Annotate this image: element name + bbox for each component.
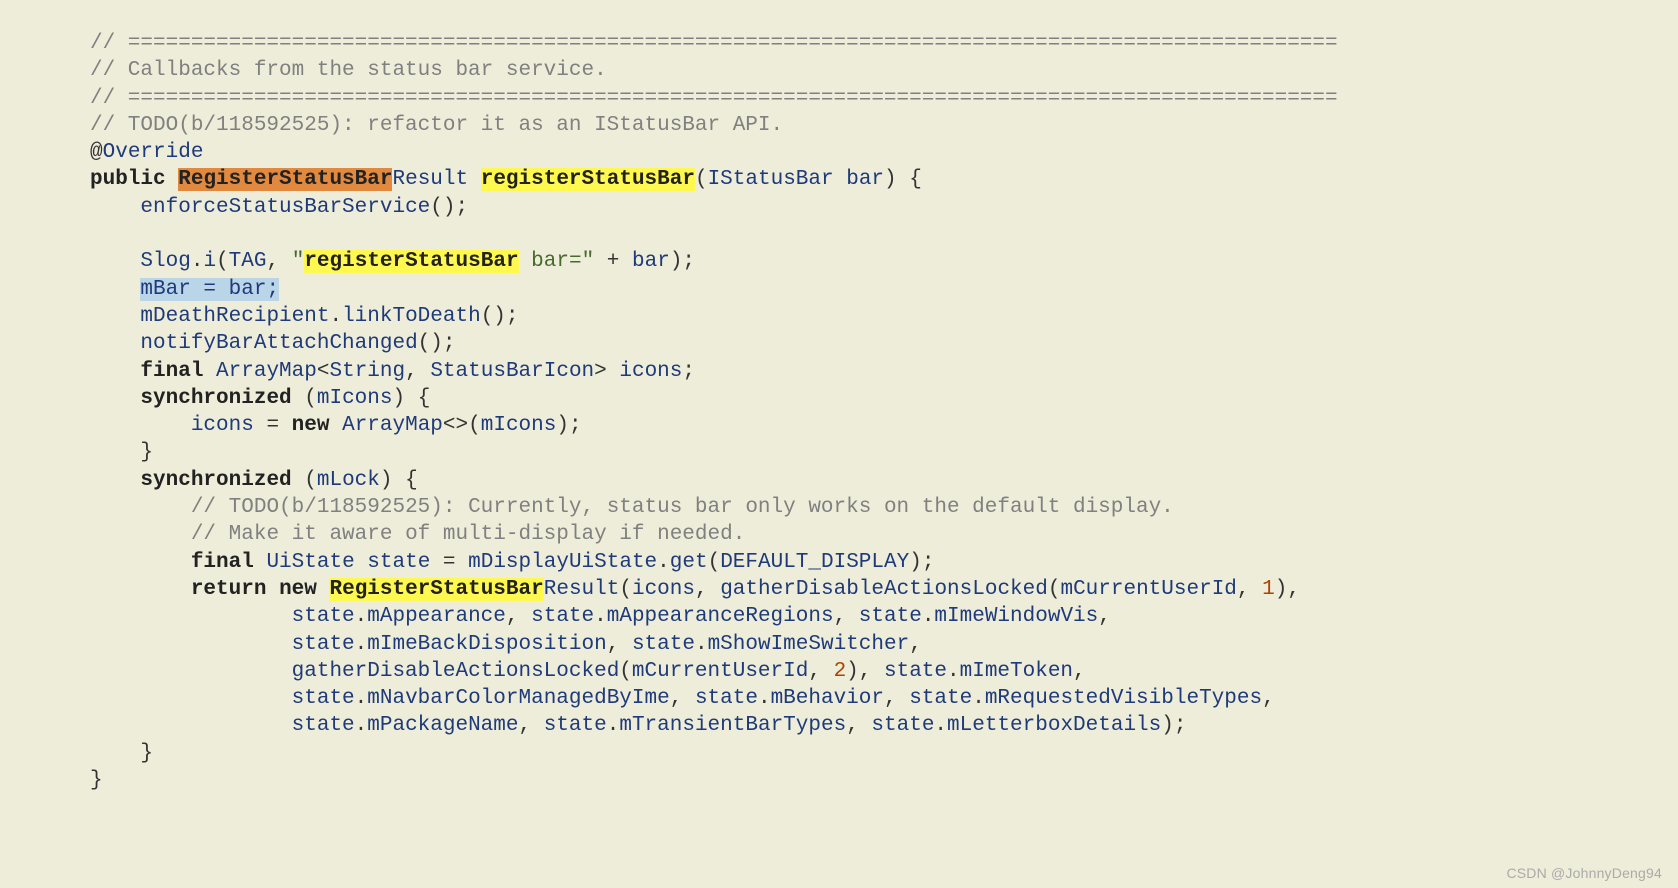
var-icons: icons: [619, 360, 682, 383]
mimebackdisposition: mImeBackDisposition: [367, 633, 606, 656]
mletterboxdetails: mLetterboxDetails: [947, 714, 1161, 737]
param-type: IStatusBar: [708, 168, 834, 191]
mtransientbartypes: mTransientBarTypes: [619, 714, 846, 737]
type-arraymap: ArrayMap: [342, 414, 443, 437]
mpackagename: mPackageName: [367, 714, 518, 737]
mbar-assign-highlight: mBar = bar;: [140, 278, 279, 301]
var-state: state: [292, 687, 355, 710]
kw-public: public: [90, 168, 166, 191]
var-state: state: [859, 605, 922, 628]
kw-new: new: [279, 578, 317, 601]
mimetoken: mImeToken: [960, 660, 1073, 683]
annotation-override: Override: [103, 141, 204, 164]
default-display: DEFAULT_DISPLAY: [720, 551, 909, 574]
comment-line: // Callbacks from the status bar service…: [90, 59, 607, 82]
type-statusbaricon: StatusBarIcon: [430, 360, 594, 383]
tag: TAG: [229, 250, 267, 273]
type-registerstatusbar-highlight: RegisterStatusBar: [178, 168, 392, 191]
type-uistate: UiState: [266, 551, 354, 574]
type-result-suffix: Result: [392, 168, 468, 191]
linktodeath: linkToDeath: [342, 305, 481, 328]
mcurrentuserid: mCurrentUserId: [632, 660, 808, 683]
var-state: state: [871, 714, 934, 737]
code-block: // =====================================…: [0, 0, 1678, 794]
string-bar-eq: bar=": [519, 250, 595, 273]
var-state: state: [531, 605, 594, 628]
var-state: state: [695, 687, 758, 710]
slog-i: i: [203, 250, 216, 273]
micons: mIcons: [317, 387, 393, 410]
result-suffix: Result: [544, 578, 620, 601]
var-icons: icons: [632, 578, 695, 601]
var-icons: icons: [191, 414, 254, 437]
mnavbarcolormanagedbyime: mNavbarColorManagedByIme: [367, 687, 669, 710]
param-name: bar: [846, 168, 884, 191]
var-state: state: [909, 687, 972, 710]
gatherdisableactionslocked: gatherDisableActionsLocked: [720, 578, 1048, 601]
var-state: state: [632, 633, 695, 656]
kw-synchronized: synchronized: [140, 387, 291, 410]
var-state: state: [292, 714, 355, 737]
num-1: 1: [1262, 578, 1275, 601]
mcurrentuserid: mCurrentUserId: [1060, 578, 1236, 601]
comment-line: // TODO(b/118592525): refactor it as an …: [90, 114, 783, 137]
mshowimeswitcher: mShowImeSwitcher: [708, 633, 910, 656]
mbehavior: mBehavior: [771, 687, 884, 710]
call-enforce: enforceStatusBarService: [140, 196, 430, 219]
string-registerstatusbar-highlight: registerStatusBar: [304, 250, 518, 273]
mlock: mLock: [317, 469, 380, 492]
notifybarattachchanged: notifyBarAttachChanged: [140, 332, 417, 355]
mappearanceregions: mAppearanceRegions: [607, 605, 834, 628]
kw-final: final: [140, 360, 203, 383]
mdisplayuistate: mDisplayUiState: [468, 551, 657, 574]
watermark: CSDN @JohnnyDeng94: [1506, 864, 1662, 882]
comment-line: // =====================================…: [90, 32, 1338, 55]
mappearance: mAppearance: [367, 605, 506, 628]
mdeathrecipient: mDeathRecipient: [140, 305, 329, 328]
var-state: state: [544, 714, 607, 737]
comment-line: // Make it aware of multi-display if nee…: [191, 523, 746, 546]
num-2: 2: [834, 660, 847, 683]
kw-new: new: [292, 414, 330, 437]
gatherdisableactionslocked: gatherDisableActionsLocked: [292, 660, 620, 683]
registerstatusbar-highlight: RegisterStatusBar: [329, 578, 543, 601]
mimewindowvis: mImeWindowVis: [934, 605, 1098, 628]
var-state: state: [292, 605, 355, 628]
comment-line: // =====================================…: [90, 87, 1338, 110]
kw-return: return: [191, 578, 267, 601]
annotation-at: @: [90, 141, 103, 164]
get: get: [670, 551, 708, 574]
kw-final: final: [191, 551, 254, 574]
type-string: String: [329, 360, 405, 383]
var-state: state: [292, 633, 355, 656]
var-state: state: [884, 660, 947, 683]
var-state: state: [367, 551, 430, 574]
mrequestedvisibletypes: mRequestedVisibleTypes: [985, 687, 1262, 710]
kw-synchronized: synchronized: [140, 469, 291, 492]
slog: Slog: [140, 250, 190, 273]
method-name-highlight: registerStatusBar: [481, 168, 695, 191]
comment-line: // TODO(b/118592525): Currently, status …: [191, 496, 1174, 519]
type-arraymap: ArrayMap: [216, 360, 317, 383]
plus-bar: bar: [632, 250, 670, 273]
micons: mIcons: [481, 414, 557, 437]
